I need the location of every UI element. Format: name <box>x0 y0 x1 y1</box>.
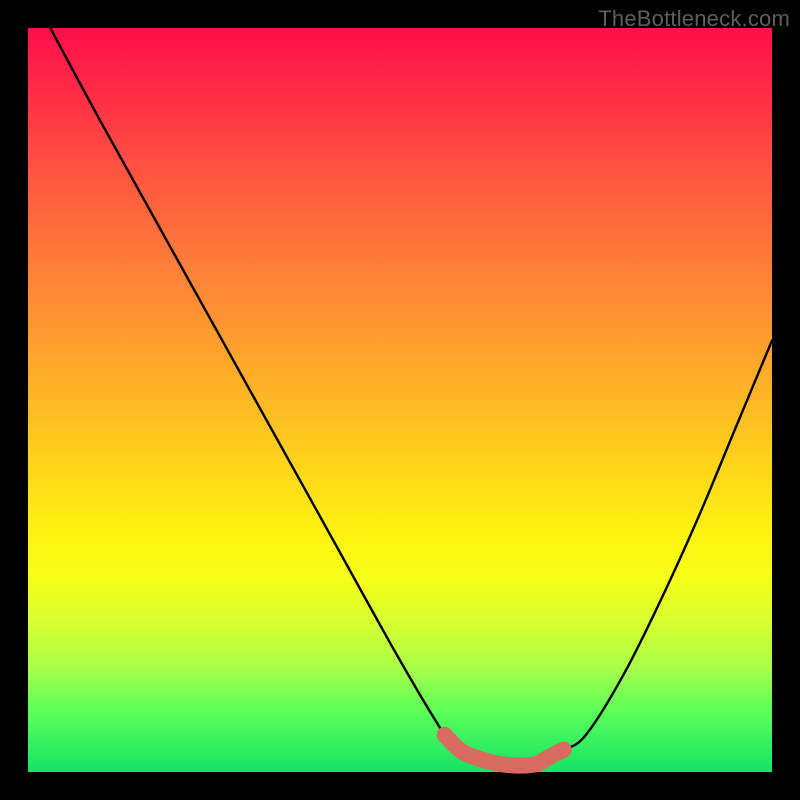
plot-area <box>28 28 772 772</box>
chart-overlay <box>28 28 772 772</box>
watermark-text: TheBottleneck.com <box>598 6 790 32</box>
bottleneck-curve <box>50 28 772 766</box>
chart-canvas: TheBottleneck.com <box>0 0 800 800</box>
minimum-plateau <box>445 735 564 766</box>
